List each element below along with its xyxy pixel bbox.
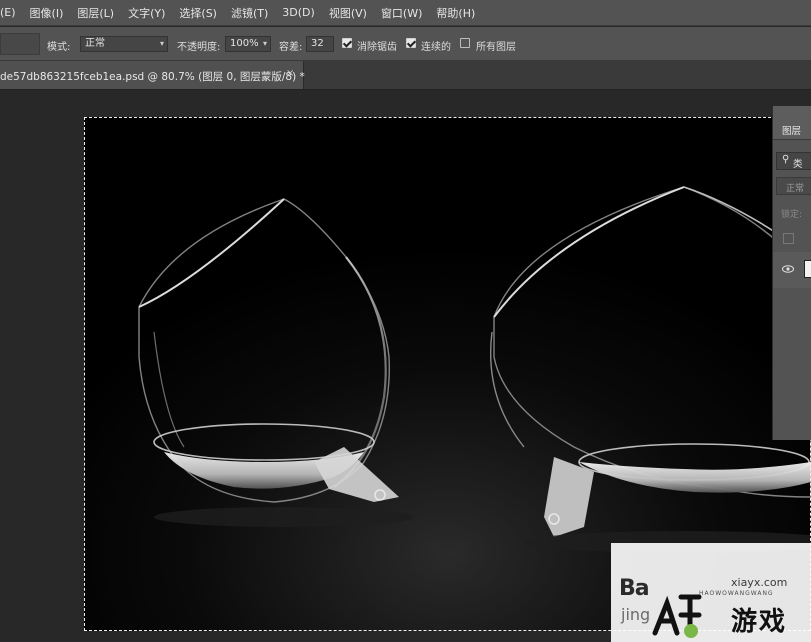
document-tab-bar: de57db863215fceb1ea.psd @ 80.7% (图层 0, 图… (0, 61, 811, 90)
options-bar: 模式: 正常 ▾ 不透明度: 100% ▾ 容差: 32 消除锯齿 连续的 所有… (0, 27, 811, 61)
lock-transparent-pixels-icon[interactable] (783, 233, 794, 244)
opacity-label: 不透明度: (177, 42, 221, 53)
menu-help[interactable]: 帮助(H) (436, 5, 475, 21)
mode-select[interactable]: 正常 ▾ (80, 36, 168, 52)
tool-preset-picker[interactable] (0, 33, 40, 55)
tab-layers-label: 图层 (782, 126, 802, 137)
tolerance-value: 32 (311, 38, 324, 49)
document-tab[interactable]: de57db863215fceb1ea.psd @ 80.7% (图层 0, 图… (0, 61, 305, 89)
layer-blend-mode-select[interactable]: 正常 (776, 177, 811, 195)
contiguous-label: 连续的 (421, 42, 451, 53)
baidu-logo-text: Ba (619, 576, 650, 601)
site-domain-text: xiayx.com (731, 576, 788, 589)
mode-value: 正常 (85, 38, 105, 49)
mascot-logo-icon (652, 594, 702, 638)
menu-layer[interactable]: 图层(L) (77, 5, 114, 21)
antialias-checkbox[interactable] (342, 38, 352, 48)
tolerance-input[interactable]: 32 (306, 36, 334, 52)
contiguous-checkbox[interactable] (406, 38, 416, 48)
menu-edit[interactable]: (E) (0, 6, 16, 19)
site-small-text: HAOWOWANGWANG (699, 590, 774, 597)
menu-view[interactable]: 视图(V) (329, 5, 367, 21)
menu-bar: (E) 图像(I) 图层(L) 文字(Y) 选择(S) 滤镜(T) 3D(D) … (0, 0, 811, 26)
lock-label: 锁定: (781, 210, 803, 220)
opacity-value: 100% (230, 38, 259, 49)
mode-label: 模式: (47, 42, 71, 53)
eye-icon[interactable] (782, 263, 794, 275)
menu-type[interactable]: 文字(Y) (128, 5, 165, 21)
menu-image[interactable]: 图像(I) (30, 5, 64, 21)
youxi-logo-text: 游戏 (731, 607, 788, 637)
chevron-down-icon: ▾ (159, 39, 164, 48)
all-layers-checkbox[interactable] (460, 38, 470, 48)
menu-window[interactable]: 窗口(W) (381, 5, 422, 21)
opacity-input[interactable]: 100% ▾ (225, 36, 271, 52)
tolerance-label: 容差: (279, 42, 303, 53)
chevron-down-icon: ▾ (262, 39, 267, 48)
layer-filter-text: 类 (793, 159, 803, 170)
antialias-label: 消除锯齿 (357, 42, 397, 53)
all-layers-label: 所有图层 (476, 42, 516, 53)
document-tab-title: de57db863215fceb1ea.psd @ 80.7% (图层 0, 图… (0, 71, 305, 83)
layer-blend-mode-value: 正常 (786, 184, 805, 194)
watermark-badge: Ba jing xiayx.com HAOWOWANGWANG 游戏 (611, 543, 811, 642)
jingyan-logo-text: jing (621, 605, 651, 624)
magnifier-icon: ⚲ (782, 154, 790, 165)
layer-row[interactable] (773, 252, 811, 288)
close-icon[interactable]: × (286, 68, 294, 79)
layer-filter-search[interactable]: ⚲ 类 (776, 152, 811, 170)
layer-thumbnail (804, 260, 811, 278)
menu-3d[interactable]: 3D(D) (282, 6, 315, 19)
layers-panel: 图层 ⚲ 类 正常 锁定: (772, 106, 811, 440)
menu-select[interactable]: 选择(S) (179, 5, 217, 21)
menu-filter[interactable]: 滤镜(T) (231, 5, 268, 21)
tab-layers[interactable]: 图层 (773, 106, 811, 140)
